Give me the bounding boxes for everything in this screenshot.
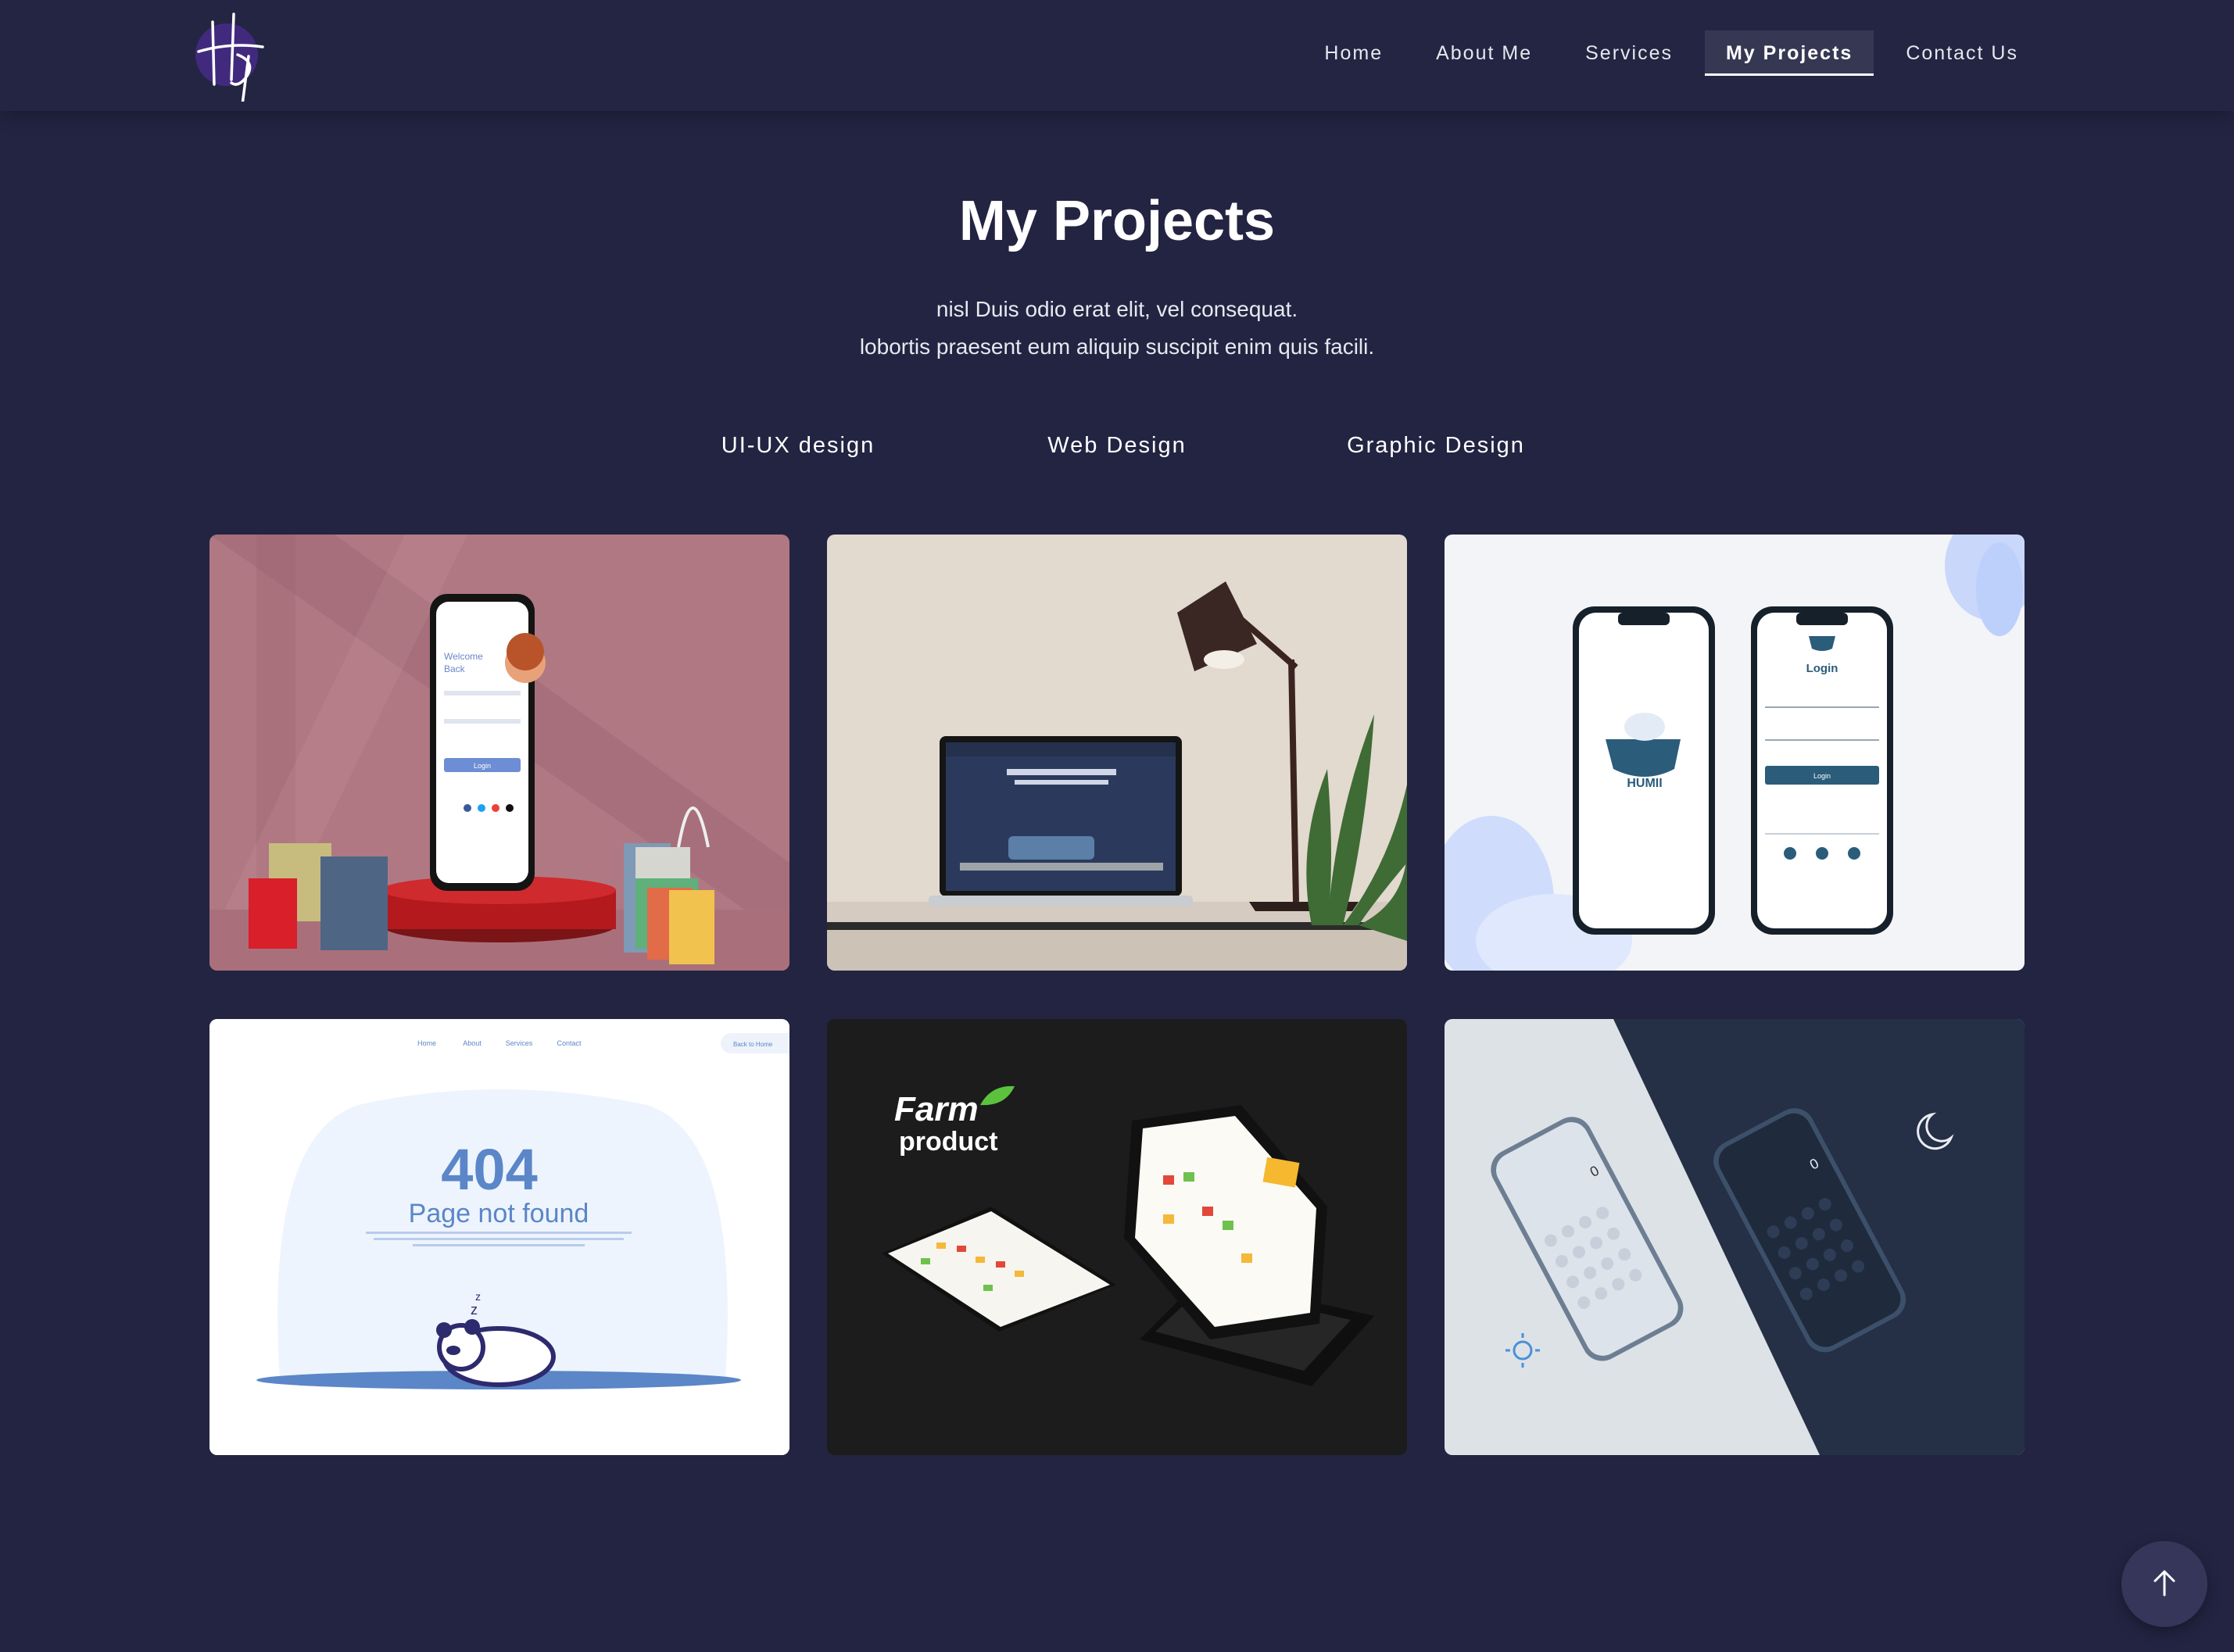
humii-login-heading: Login <box>1806 662 1838 675</box>
farm-logo-line1: Farm <box>894 1090 979 1128</box>
humii-login-button: Login <box>1813 772 1831 780</box>
humii-brand: HUMII <box>1627 777 1662 790</box>
nav-contact-us[interactable]: Contact Us <box>1885 30 2039 76</box>
project-card-farm-product[interactable]: Farm product <box>827 1019 1407 1455</box>
project-card-humii-app[interactable]: HUMII Login Login <box>1445 535 2025 971</box>
error-code: 404 <box>441 1137 537 1202</box>
error-message: Page not found <box>409 1199 589 1228</box>
project-card-404-page[interactable]: Home About Services Contact Back to Home… <box>209 1019 789 1455</box>
nav-home[interactable]: Home <box>1303 30 1404 76</box>
filter-graphic-design[interactable]: Graphic Design <box>1347 433 1525 459</box>
logo[interactable] <box>191 8 267 106</box>
main-menu: Home About Me Services My Projects Conta… <box>1292 30 2039 76</box>
farm-logo-line2: product <box>899 1127 998 1157</box>
svg-text:z: z <box>475 1290 481 1303</box>
project-card-calculator-app[interactable]: 0 0 <box>1445 1019 2025 1455</box>
mock-nav-about: About <box>463 1039 482 1047</box>
mock-login-button: Login <box>474 762 491 770</box>
mock-nav-home: Home <box>417 1039 436 1047</box>
page-title: My Projects <box>958 190 1276 252</box>
filter-web-design[interactable]: Web Design <box>1047 433 1186 459</box>
mock-back-home: Back to Home <box>733 1041 773 1048</box>
back-to-top-button[interactable] <box>2121 1541 2207 1627</box>
arrow-up-icon <box>2149 1567 2180 1602</box>
project-filter-tabs: UI-UX design Web Design Graphic Design <box>0 433 2234 467</box>
subtitle-line-2: lobortis praesent eum aliquip suscipit e… <box>859 334 1375 359</box>
mock-nav-contact: Contact <box>557 1039 582 1047</box>
filter-ui-ux-design[interactable]: UI-UX design <box>721 433 875 459</box>
project-card-interior-laptop[interactable] <box>827 535 1407 971</box>
subtitle-line-1: nisl Duis odio erat elit, vel consequat. <box>936 297 1298 321</box>
mock-nav-services: Services <box>506 1039 533 1047</box>
svg-text:z: z <box>471 1302 478 1318</box>
navbar: Home About Me Services My Projects Conta… <box>0 0 2234 111</box>
nav-my-projects[interactable]: My Projects <box>1704 30 1874 76</box>
nav-services[interactable]: Services <box>1564 30 1694 76</box>
nav-about-me[interactable]: About Me <box>1415 30 1553 76</box>
back-text: Back <box>444 663 466 674</box>
project-card-shopping-app[interactable]: Welcome Back Login <box>209 535 789 971</box>
welcome-text: Welcome <box>444 651 483 662</box>
